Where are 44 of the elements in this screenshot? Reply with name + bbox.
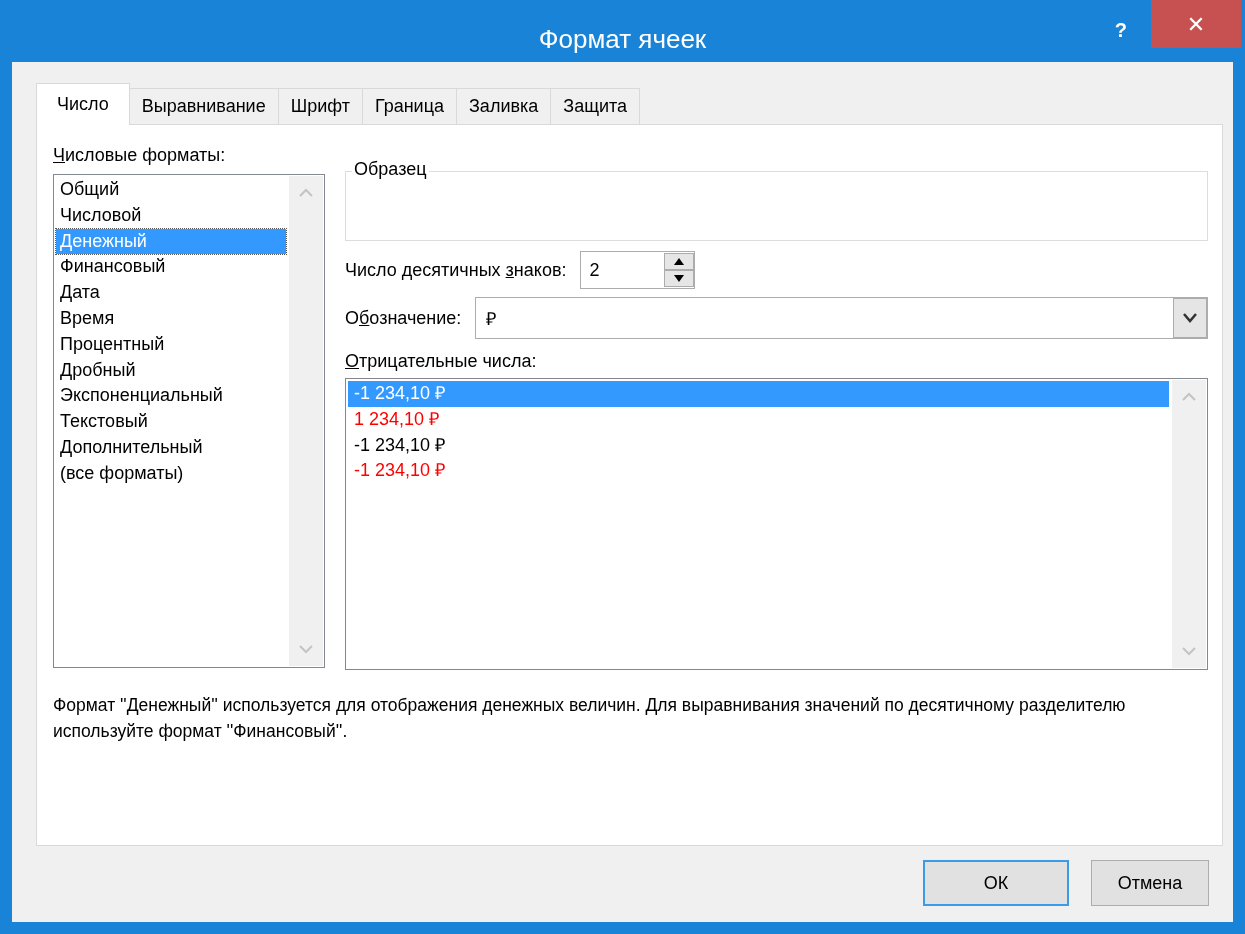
format-item[interactable]: Дробный — [56, 357, 286, 384]
scroll-up-icon[interactable] — [1182, 392, 1196, 402]
cancel-button[interactable]: Отмена — [1091, 860, 1209, 906]
window-title: Формат ячеек — [538, 24, 707, 55]
spin-up-icon[interactable] — [664, 253, 695, 270]
negative-format-item[interactable]: 1 234,10 ₽ — [348, 406, 1169, 433]
scrollbar[interactable] — [289, 176, 323, 666]
tab[interactable]: Число — [36, 83, 130, 125]
format-item[interactable]: Дата — [56, 280, 286, 306]
scroll-down-icon[interactable] — [1182, 646, 1196, 656]
format-item[interactable]: Общий — [56, 177, 286, 203]
decimals-spinbox[interactable]: 2 — [580, 251, 696, 289]
negative-numbers-list[interactable]: -1 234,10 ₽ 1 234,10 ₽ -1 234,10 ₽ -1 234,10 ₽ — [345, 378, 1208, 670]
format-item[interactable]: Экспоненциальный — [56, 383, 286, 410]
negative-format-text: 1 234,10 ₽ — [354, 408, 440, 429]
sample-title: Образец — [352, 159, 429, 180]
close-button[interactable]: ✕ — [1151, 0, 1241, 48]
negative-format-text: -1 234,10 ₽ — [354, 460, 446, 481]
ok-button[interactable]: ОК — [923, 860, 1069, 906]
format-item[interactable]: Числовой — [56, 202, 286, 229]
negative-format-text: -1 234,10 ₽ — [354, 383, 446, 403]
format-item[interactable]: Процентный — [56, 331, 286, 358]
format-list[interactable]: Общий Числовой Денежный Финансовый Дата Время Процентный Дробный Экспоненциальный Текстовый Дополнительный (все форматы) — [53, 174, 325, 668]
negative-numbers-label: Отрицательные числа: — [345, 351, 538, 372]
spin-down-icon[interactable] — [664, 270, 695, 287]
symbol-dropdown[interactable]: ₽ — [475, 297, 1208, 339]
dropdown-caret-icon[interactable] — [1173, 298, 1207, 338]
negative-format-item[interactable]: -1 234,10 ₽ — [348, 458, 1169, 485]
format-item[interactable]: Время — [56, 306, 286, 332]
negative-format-item[interactable]: -1 234,10 ₽ — [348, 432, 1169, 459]
format-description: Формат ''Денежный'' используется для отображения денежных величин. Для выравнивания значений по десятичному разделителю используйте формат ''Финансовый''. — [53, 694, 1127, 743]
symbol-label: Обозначение: — [345, 307, 462, 329]
format-item[interactable]: Текстовый — [56, 409, 286, 435]
scroll-up-icon[interactable] — [299, 188, 313, 198]
format-item[interactable]: Дополнительный — [56, 434, 286, 461]
scroll-down-icon[interactable] — [299, 644, 313, 654]
scrollbar[interactable] — [1172, 380, 1206, 668]
tab[interactable]: Защита — [550, 88, 641, 124]
help-button[interactable]: ? — [1108, 18, 1133, 43]
negative-format-text: -1 234,10 ₽ — [354, 434, 446, 455]
decimals-label: Число десятичных знаков: — [345, 259, 567, 281]
formats-label: Числовые форматы: — [53, 145, 227, 166]
format-item[interactable]: (все форматы) — [56, 460, 286, 487]
format-item[interactable]: Финансовый — [56, 254, 286, 281]
